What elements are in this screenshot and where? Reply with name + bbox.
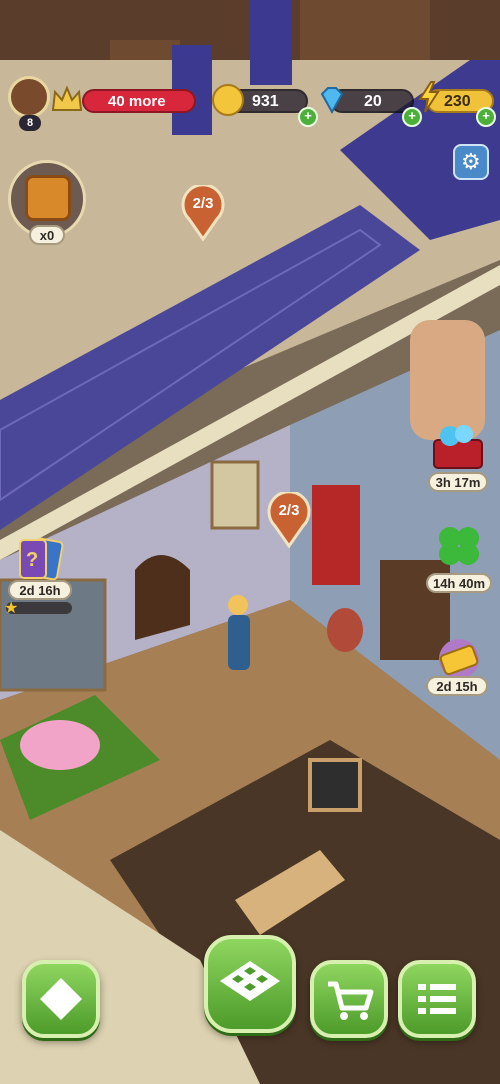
level-value: 8 [26,117,34,129]
settings-button[interactable]: ⚙ [453,144,489,180]
level-progress-text: 40 more [108,93,166,110]
add-coins-button[interactable]: + [298,107,318,127]
list-icon [418,984,456,1014]
card-progress-bar: ★ [4,600,72,617]
golden-ticket-icon[interactable] [432,638,486,680]
avatar[interactable]: 8 [8,76,50,131]
lightning-icon [416,80,442,114]
star-icon: ★ [4,600,19,617]
rotate-view-button[interactable] [22,960,100,1038]
task-marker-progress: 2/3 [192,195,214,212]
task-marker-hall[interactable]: 2/3 [179,183,227,242]
crown-icon [50,82,84,116]
task-marker-progress: 2/3 [278,502,300,519]
chest-timer: 3h 17m [428,472,488,492]
card-collection-icon[interactable]: ? [12,536,70,582]
ticket-timer: 2d 15h [426,676,488,696]
gem-value: 20 [364,93,382,110]
coin-value: 931 [252,93,279,110]
shop-button[interactable] [310,960,388,1038]
rotate-icon [40,978,82,1020]
add-energy-button[interactable]: + [476,107,496,127]
gift-icon [25,175,71,221]
gear-icon: ⚙ [461,149,481,174]
edit-floor-button[interactable] [204,935,296,1033]
game-scene[interactable] [0,0,500,1084]
energy-value: 230 [444,93,471,110]
gift-count-text: x0 [39,228,55,243]
cards-timer: 2d 16h [8,580,72,600]
svg-text:?: ? [26,549,38,571]
treasure-chest-icon[interactable] [428,420,488,472]
cards-timer-text: 2d 16h [19,583,61,598]
gift-count-label: x0 [29,225,65,245]
clover-icon[interactable] [432,522,486,572]
task-marker-room[interactable]: 2/3 [265,490,313,549]
level-badge: 8 [19,115,41,131]
cart-icon [328,981,374,1020]
level-progress-bar[interactable]: 40 more [82,89,196,113]
gem-icon [316,84,348,116]
chest-timer-text: 3h 17m [435,475,481,490]
task-list-button[interactable] [398,960,476,1038]
coin-icon [212,84,244,116]
clover-timer-text: 14h 40m [432,576,486,591]
checkerboard-icon [220,961,280,1001]
clover-timer: 14h 40m [426,573,492,593]
ticket-timer-text: 2d 15h [436,679,478,694]
